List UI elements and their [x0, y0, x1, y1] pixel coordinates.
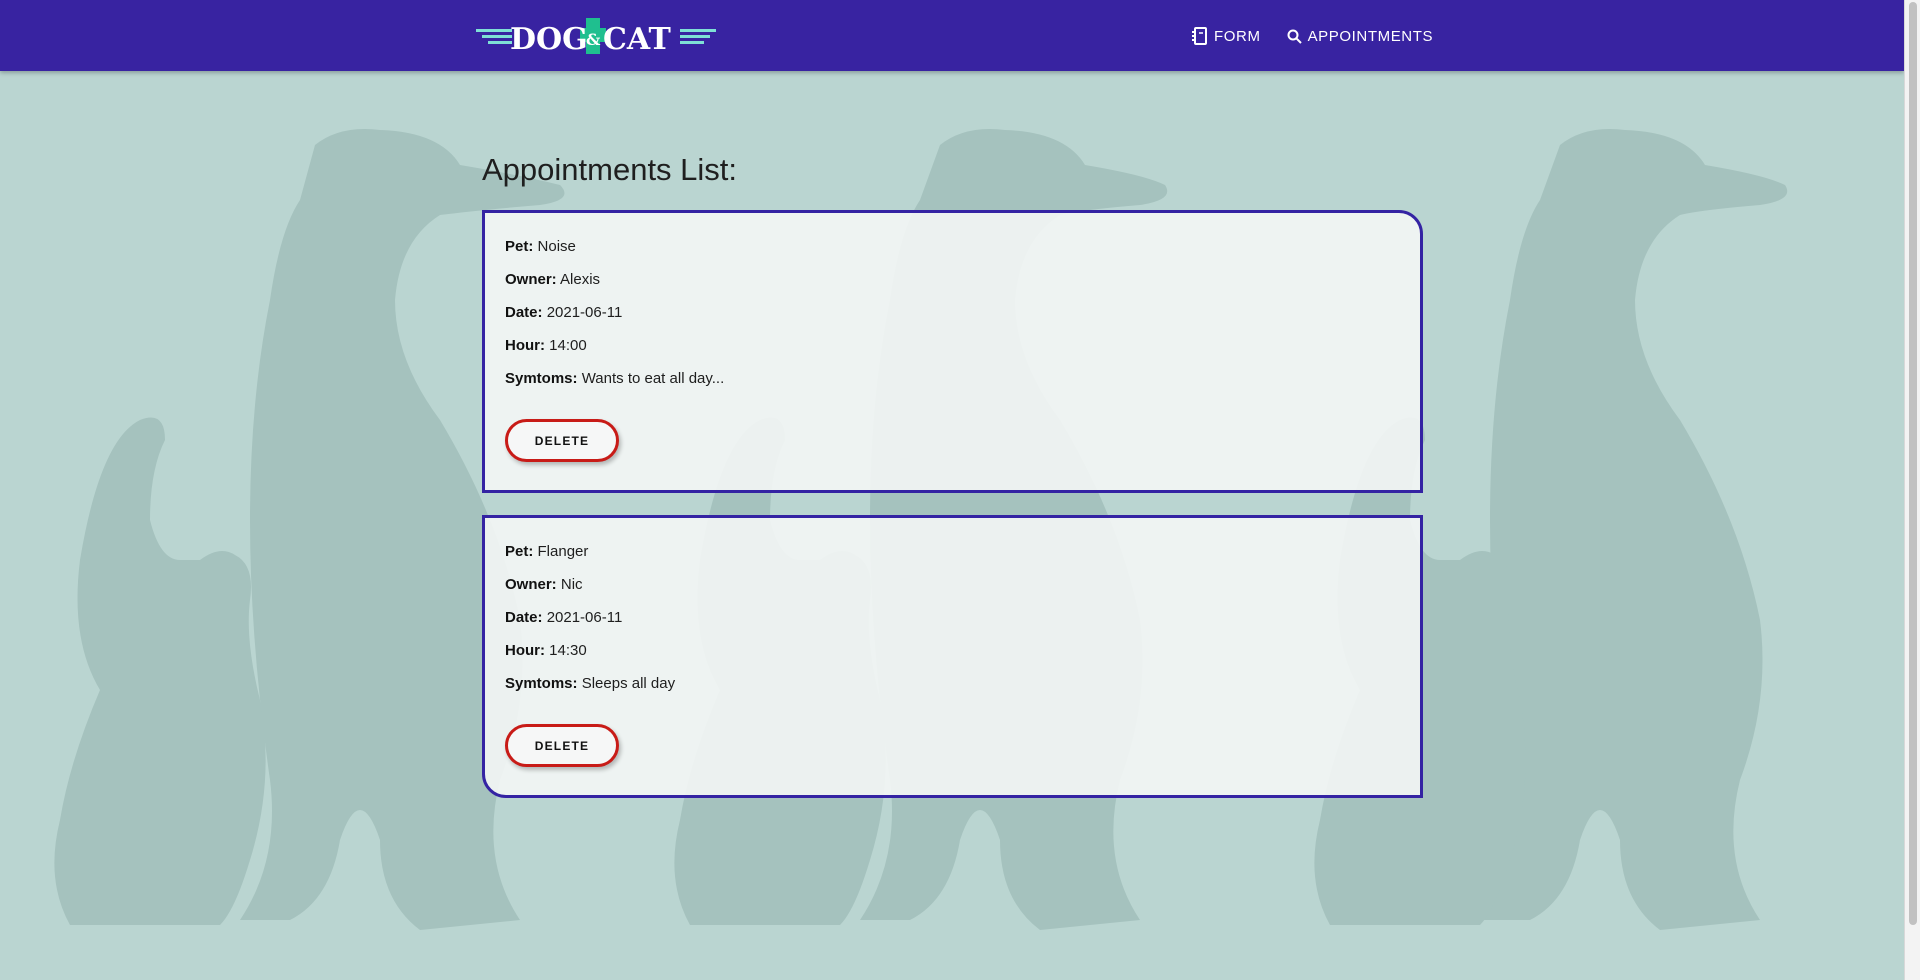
owner-label: Owner:: [505, 271, 557, 288]
pet-label: Pet:: [505, 238, 534, 255]
date-label: Date:: [505, 609, 543, 626]
symptoms-value: Sleeps all day: [581, 675, 676, 692]
hour-label: Hour:: [505, 337, 545, 354]
hour-field: Hour: 14:00: [505, 336, 587, 356]
date-field: Date: 2021-06-11: [505, 303, 622, 323]
owner-field: Owner: Alexis: [505, 270, 600, 290]
nav-link-form-label: FORM: [1214, 27, 1261, 45]
date-label: Date:: [505, 304, 543, 321]
logo-text-amp: &: [586, 30, 601, 49]
scrollbar-thumb[interactable]: [1909, 2, 1917, 925]
pet-value: Flanger: [537, 543, 589, 560]
symptoms-value: Wants to eat all day...: [581, 370, 725, 387]
nav-link-appointments[interactable]: APPOINTMENTS: [1287, 28, 1434, 45]
pet-field: Pet: Noise: [505, 237, 576, 257]
symptoms-label: Symtoms:: [505, 370, 578, 387]
logo-text-right: CAT: [603, 22, 672, 54]
owner-value: Alexis: [560, 271, 601, 288]
date-field: Date: 2021-06-11: [505, 608, 622, 628]
hour-field: Hour: 14:30: [505, 641, 587, 661]
nav-link-appointments-label: APPOINTMENTS: [1307, 27, 1434, 45]
search-icon: [1287, 29, 1302, 44]
hour-label: Hour:: [505, 642, 545, 659]
dog-silhouette-right: [1480, 129, 1788, 930]
symptoms-label: Symtoms:: [505, 675, 578, 692]
cat-silhouette-left: [54, 417, 266, 925]
hour-value: 14:30: [549, 642, 587, 659]
symptoms-field: Symtoms: Sleeps all day: [505, 674, 675, 694]
pet-field: Pet: Flanger: [505, 542, 588, 562]
page-scrollbar[interactable]: [1904, 0, 1920, 980]
owner-field: Owner: Nic: [505, 575, 583, 595]
dog-and-cat-logo[interactable]: DOG & CAT: [476, 18, 716, 54]
owner-value: Nic: [560, 576, 583, 593]
notebook-icon: [1192, 27, 1207, 45]
date-value: 2021-06-11: [546, 609, 623, 626]
delete-button[interactable]: DELETE: [505, 419, 619, 462]
nav-links: FORM APPOINTMENTS: [1192, 24, 1433, 48]
appointments-section: Appointments List: Pet: Noise Owner: Ale…: [482, 150, 1423, 798]
nav-link-form[interactable]: FORM: [1192, 27, 1261, 45]
date-value: 2021-06-11: [546, 304, 623, 321]
hour-value: 14:00: [549, 337, 587, 354]
top-navbar: DOG & CAT FORM APPOINTMENTS: [0, 0, 1904, 71]
appointment-card: Pet: Noise Owner: Alexis Date: 2021-06-1…: [482, 210, 1423, 493]
appointment-card: Pet: Flanger Owner: Nic Date: 2021-06-11…: [482, 515, 1423, 798]
symptoms-field: Symtoms: Wants to eat all day...: [505, 369, 724, 389]
pet-label: Pet:: [505, 543, 534, 560]
page-title: Appointments List:: [482, 152, 738, 187]
owner-label: Owner:: [505, 576, 557, 593]
delete-button[interactable]: DELETE: [505, 724, 619, 767]
logo-text-left: DOG: [510, 22, 588, 54]
pet-value: Noise: [537, 238, 576, 255]
